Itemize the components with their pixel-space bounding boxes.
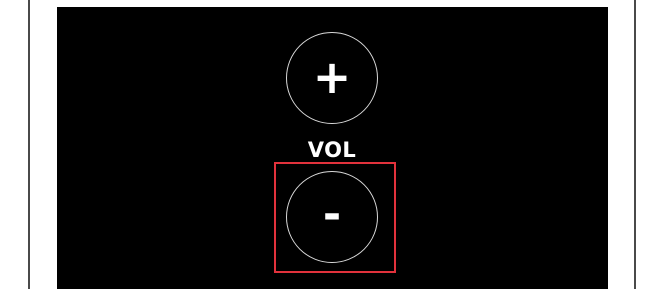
right-border-line xyxy=(634,0,636,289)
screen: + VOL - xyxy=(0,0,647,289)
minus-icon: - xyxy=(322,189,342,240)
volume-up-button[interactable]: + xyxy=(286,32,378,124)
remote-panel: + VOL - xyxy=(57,7,608,289)
volume-label: VOL xyxy=(307,138,357,162)
volume-down-button[interactable]: - xyxy=(286,171,378,263)
left-border-line xyxy=(28,0,30,289)
plus-icon: + xyxy=(312,50,352,104)
